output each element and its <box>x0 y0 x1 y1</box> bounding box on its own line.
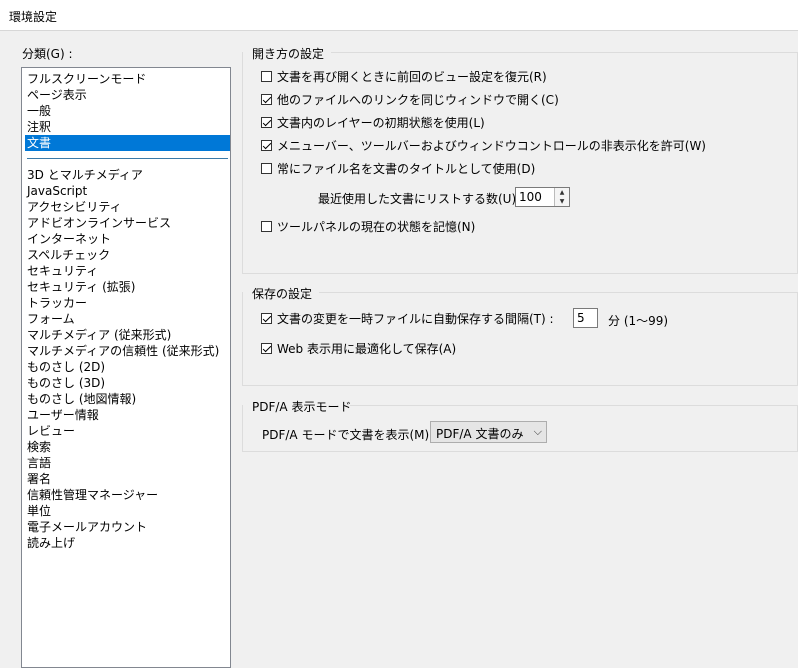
pdfa-mode-label: PDF/A モードで文書を表示(M) : <box>262 428 438 442</box>
category-item[interactable]: 信頼性管理マネージャー <box>25 487 230 503</box>
pdfa-mode-value: PDF/A 文書のみ <box>436 427 524 441</box>
category-label: 分類(G) : <box>22 47 73 61</box>
category-item[interactable]: スペルチェック <box>25 247 230 263</box>
category-item[interactable]: インターネット <box>25 231 230 247</box>
restore-last-view-checkbox[interactable]: 文書を再び開くときに前回のビュー設定を復元(R) <box>261 68 547 84</box>
initial-layer-state-checkbox[interactable]: 文書内のレイヤーの初期状態を使用(L) <box>261 114 485 130</box>
category-item[interactable]: セキュリティ <box>25 263 230 279</box>
autosave-unit-label: 分 (1〜99) <box>608 314 669 328</box>
pdfa-mode-select[interactable]: PDF/A 文書のみ ⌵ <box>430 421 547 443</box>
checkbox-box[interactable] <box>261 312 272 324</box>
autosave-checkbox[interactable]: 文書の変更を一時ファイルに自動保存する間隔(T) : <box>261 310 554 326</box>
category-item[interactable]: 単位 <box>25 503 230 519</box>
checkbox-box[interactable] <box>261 70 272 82</box>
category-item[interactable]: マルチメディア (従来形式) <box>25 327 230 343</box>
category-item[interactable]: アドビオンラインサービス <box>25 215 230 231</box>
recent-docs-label: 最近使用した文書にリストする数(U) : <box>318 192 525 206</box>
checkbox-box[interactable] <box>261 342 272 354</box>
open-links-same-window-checkbox[interactable]: 他のファイルへのリンクを同じウィンドウで開く(C) <box>261 91 559 107</box>
category-item[interactable]: セキュリティ (拡張) <box>25 279 230 295</box>
checkbox-box[interactable] <box>261 162 272 174</box>
filename-as-title-checkbox[interactable]: 常にファイル名を文書のタイトルとして使用(D) <box>261 160 535 176</box>
category-item[interactable]: ものさし (地図情報) <box>25 391 230 407</box>
category-item[interactable]: フルスクリーンモード <box>25 71 230 87</box>
checkbox-label: 文書内のレイヤーの初期状態を使用(L) <box>277 115 485 130</box>
checkbox-box[interactable] <box>261 139 272 151</box>
category-item[interactable]: レビュー <box>25 423 230 439</box>
checkbox-label: メニューバー、ツールバーおよびウィンドウコントロールの非表示化を許可(W) <box>277 138 706 153</box>
category-item[interactable]: 署名 <box>25 471 230 487</box>
optimize-web-checkbox[interactable]: Web 表示用に最適化して保存(A) <box>261 340 456 356</box>
chevron-down-icon: ⌵ <box>533 425 542 438</box>
category-item[interactable]: 文書 <box>25 135 230 151</box>
checkbox-label: ツールパネルの現在の状態を記憶(N) <box>277 219 476 234</box>
autosave-interval-input[interactable]: 5 <box>573 308 598 328</box>
checkbox-label: 文書の変更を一時ファイルに自動保存する間隔(T) : <box>277 311 554 326</box>
allow-hide-menubar-checkbox[interactable]: メニューバー、ツールバーおよびウィンドウコントロールの非表示化を許可(W) <box>261 137 706 153</box>
category-item[interactable]: 注釈 <box>25 119 230 135</box>
window-title: 環境設定 <box>9 10 58 24</box>
remember-tool-panel-checkbox[interactable]: ツールパネルの現在の状態を記憶(N) <box>261 218 475 234</box>
category-item[interactable]: フォーム <box>25 311 230 327</box>
category-item[interactable]: 3D とマルチメディア <box>25 167 230 183</box>
category-item[interactable]: 読み上げ <box>25 535 230 551</box>
recent-docs-spinner[interactable]: 100 ▲ ▼ <box>515 187 570 207</box>
checkbox-box[interactable] <box>261 93 272 105</box>
category-item[interactable]: マルチメディアの信頼性 (従来形式) <box>25 343 230 359</box>
category-item[interactable]: ユーザー情報 <box>25 407 230 423</box>
recent-docs-value[interactable]: 100 <box>519 190 542 204</box>
checkbox-label: 他のファイルへのリンクを同じウィンドウで開く(C) <box>277 92 559 107</box>
category-item[interactable]: ものさし (2D) <box>25 359 230 375</box>
chevron-down-icon[interactable]: ▼ <box>554 197 569 206</box>
checkbox-label: 文書を再び開くときに前回のビュー設定を復元(R) <box>277 69 547 84</box>
category-item[interactable]: アクセシビリティ <box>25 199 230 215</box>
category-list[interactable]: フルスクリーンモード ページ表示 一般 注釈 文書 3D とマルチメディア JavaScri… <box>21 67 231 668</box>
category-item[interactable]: 電子メールアカウント <box>25 519 230 535</box>
category-item[interactable]: ものさし (3D) <box>25 375 230 391</box>
category-item[interactable]: 言語 <box>25 455 230 471</box>
title-bar: 環境設定 <box>0 0 798 31</box>
list-separator <box>27 158 228 159</box>
category-item[interactable]: 一般 <box>25 103 230 119</box>
checkbox-label: Web 表示用に最適化して保存(A) <box>277 341 457 356</box>
category-item[interactable]: 検索 <box>25 439 230 455</box>
checkbox-box[interactable] <box>261 220 272 232</box>
checkbox-label: 常にファイル名を文書のタイトルとして使用(D) <box>277 161 536 176</box>
category-item[interactable]: ページ表示 <box>25 87 230 103</box>
chevron-up-icon[interactable]: ▲ <box>554 188 569 197</box>
checkbox-box[interactable] <box>261 116 272 128</box>
category-item[interactable]: JavaScript <box>25 183 230 199</box>
category-item[interactable]: トラッカー <box>25 295 230 311</box>
